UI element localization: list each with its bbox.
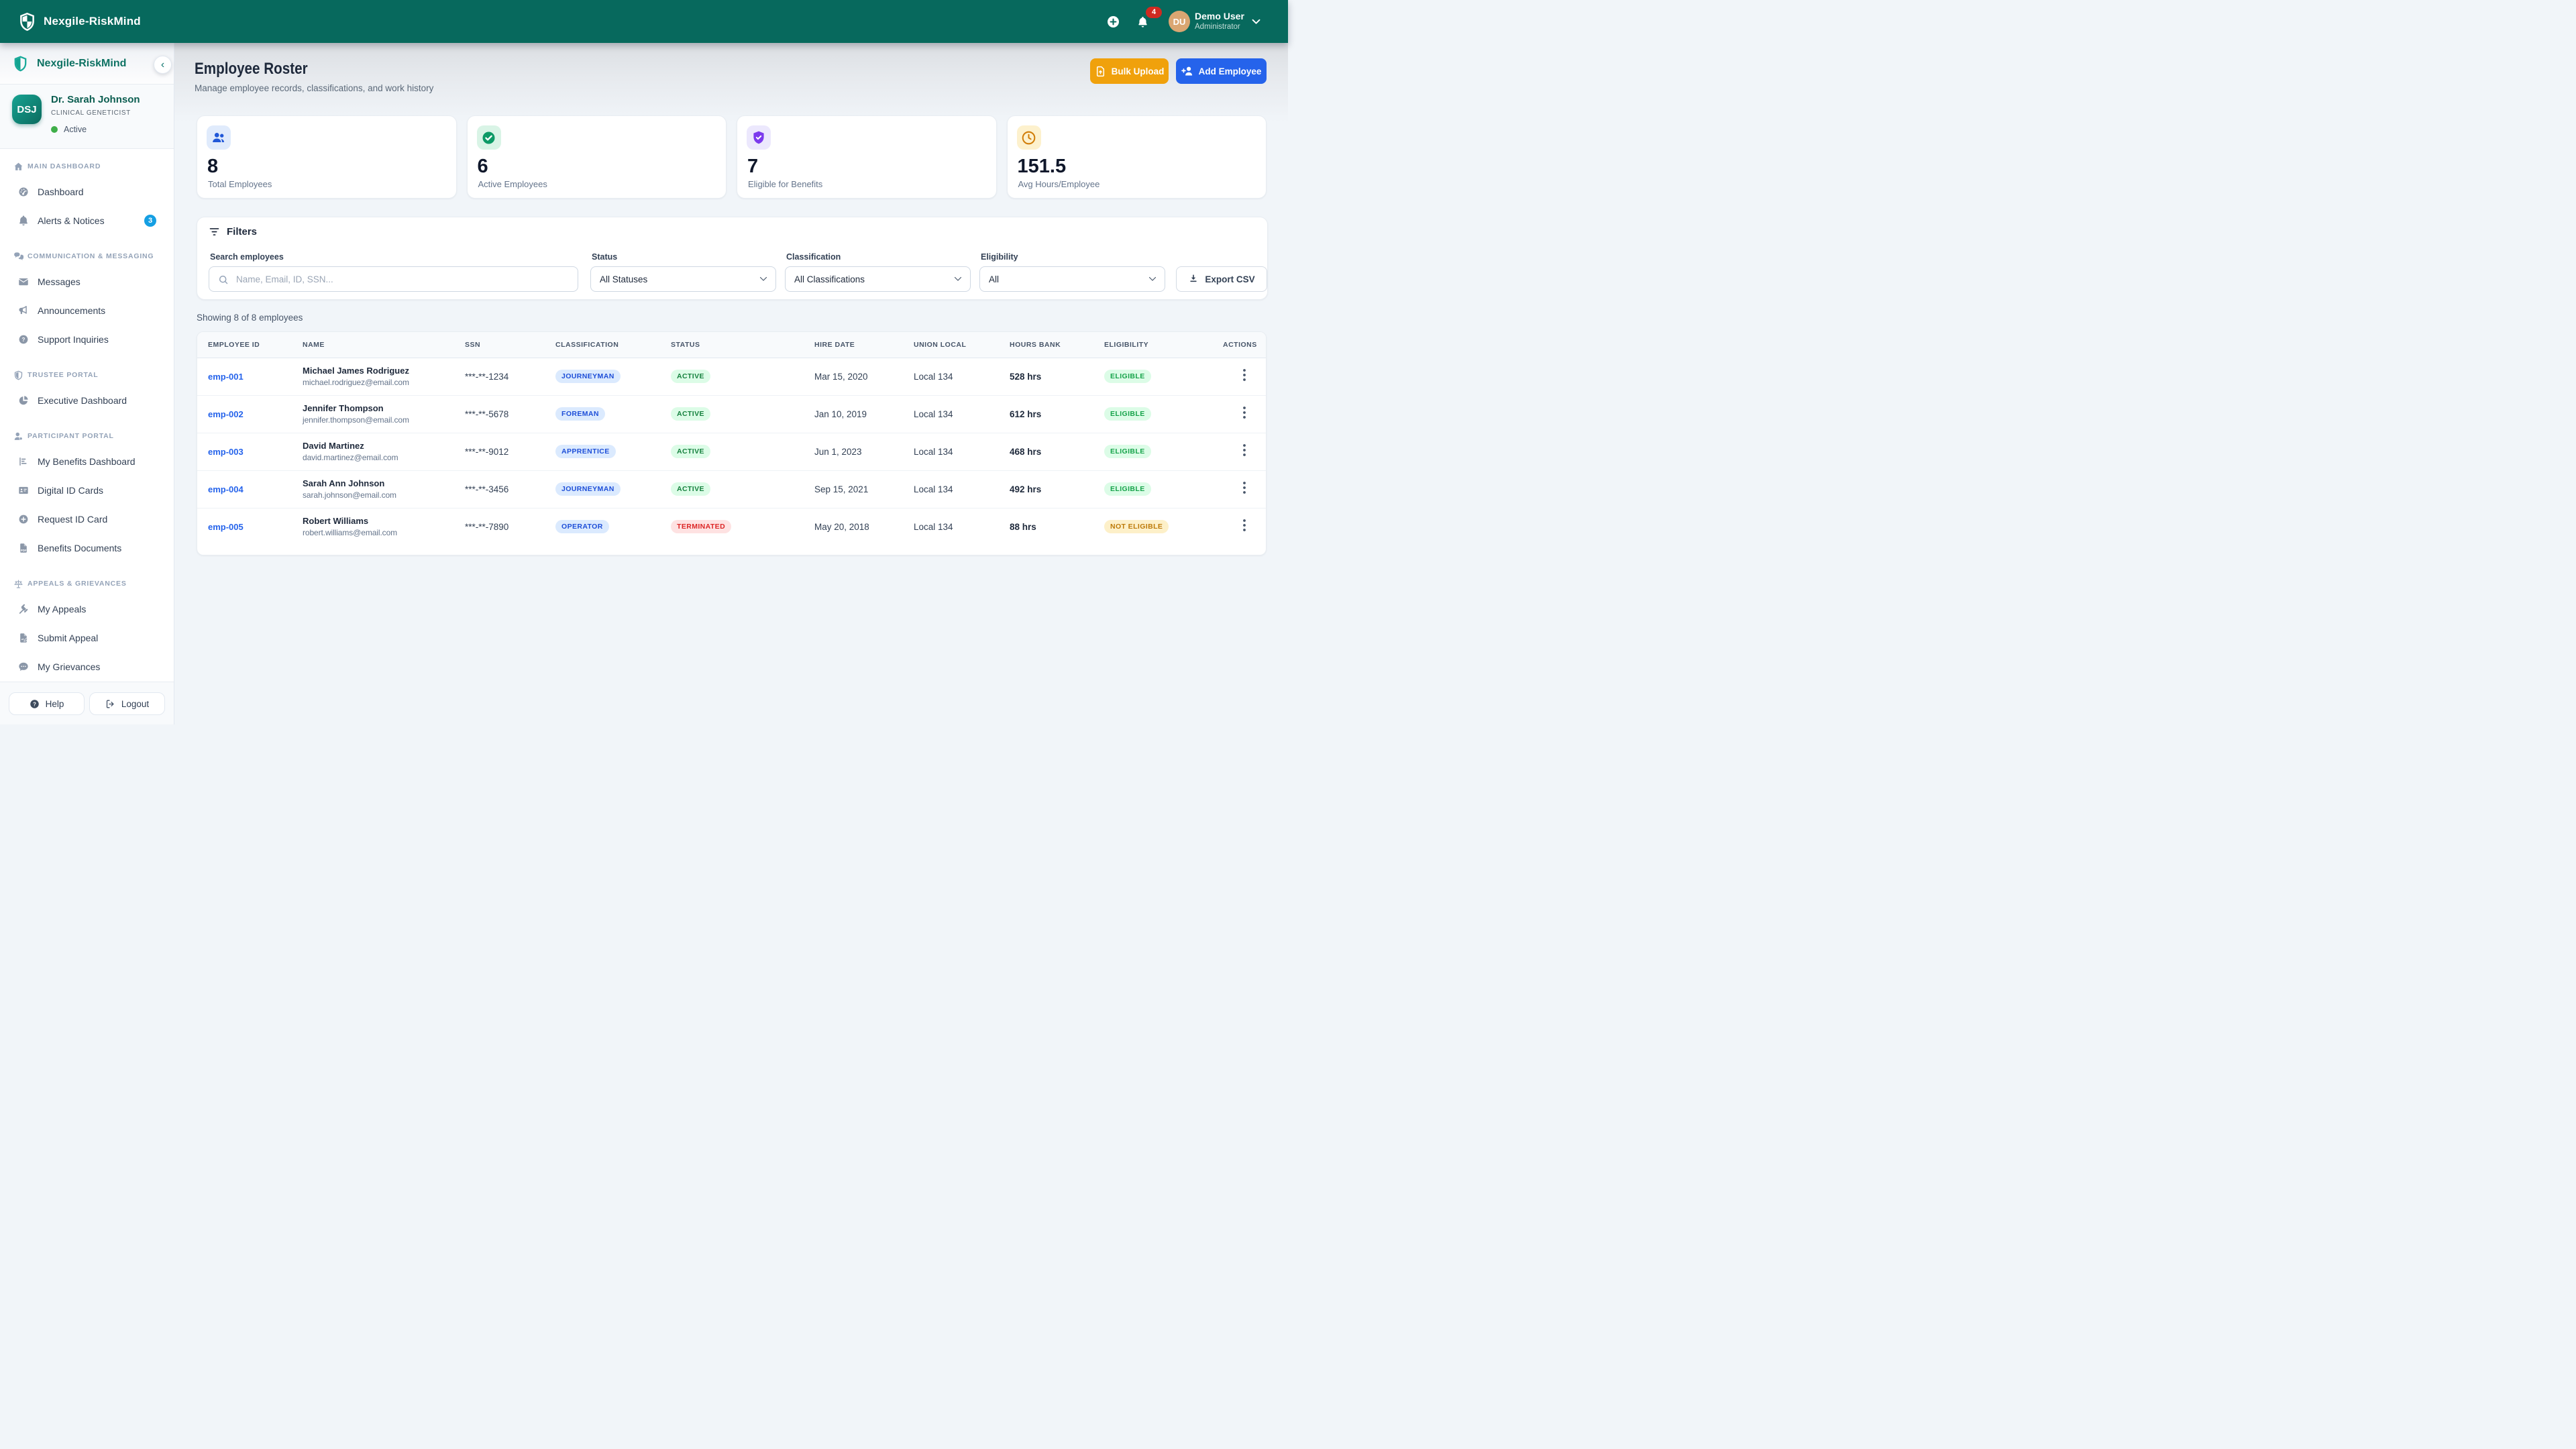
svg-text:?: ? [33, 701, 36, 707]
svg-text:PDF: PDF [21, 549, 27, 552]
svg-text:?: ? [22, 337, 25, 343]
